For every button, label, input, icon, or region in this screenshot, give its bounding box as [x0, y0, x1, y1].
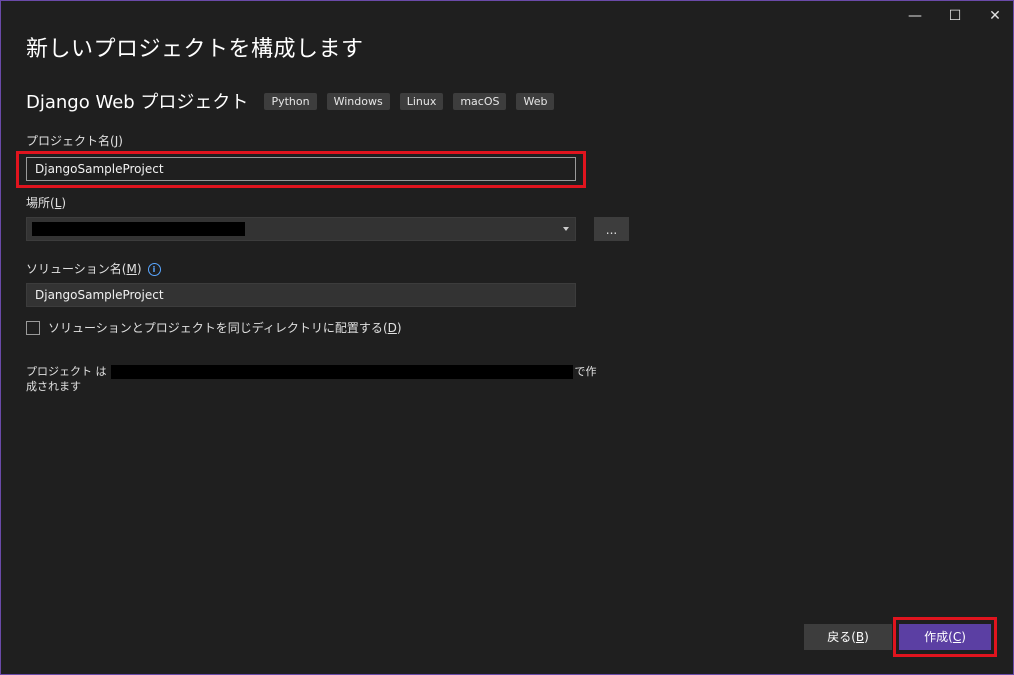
template-name: Django Web プロジェクト — [26, 92, 249, 113]
tag-web: Web — [516, 92, 555, 110]
redacted-location — [32, 222, 245, 236]
tag-python: Python — [264, 92, 317, 110]
tag-macos: macOS — [453, 92, 507, 110]
info-icon[interactable]: i — [147, 263, 161, 276]
minimize-icon[interactable]: — — [897, 5, 933, 27]
maximize-icon[interactable]: ☐ — [937, 5, 973, 27]
dialog-window: — ☐ ✕ 新しいプロジェクトを構成します Django Web プロジェクト … — [0, 0, 1014, 675]
same-directory-option[interactable]: ソリューションとプロジェクトを同じディレクトリに配置する(D) — [26, 319, 402, 336]
chevron-down-icon — [563, 227, 569, 231]
same-directory-checkbox[interactable] — [26, 320, 40, 335]
solution-name-input[interactable] — [26, 283, 576, 307]
path-note: プロジェクト はで作 成されます — [26, 365, 597, 393]
back-button[interactable]: 戻る(B) — [804, 624, 892, 650]
project-name-input[interactable] — [26, 157, 576, 181]
same-directory-label: ソリューションとプロジェクトを同じディレクトリに配置する(D) — [48, 321, 402, 335]
template-header: Django Web プロジェクト Python Windows Linux m… — [26, 88, 564, 114]
solution-name-label: ソリューション名(M) i — [26, 260, 161, 277]
redacted-path — [110, 365, 573, 379]
location-label: 場所(L) — [26, 196, 67, 210]
browse-button[interactable]: ... — [594, 217, 629, 241]
create-button[interactable]: 作成(C) — [899, 624, 991, 650]
tag-windows: Windows — [326, 92, 390, 110]
page-title: 新しいプロジェクトを構成します — [26, 37, 364, 62]
tag-linux: Linux — [399, 92, 444, 110]
project-name-label: プロジェクト名(J) — [26, 134, 123, 148]
close-icon[interactable]: ✕ — [977, 5, 1013, 27]
